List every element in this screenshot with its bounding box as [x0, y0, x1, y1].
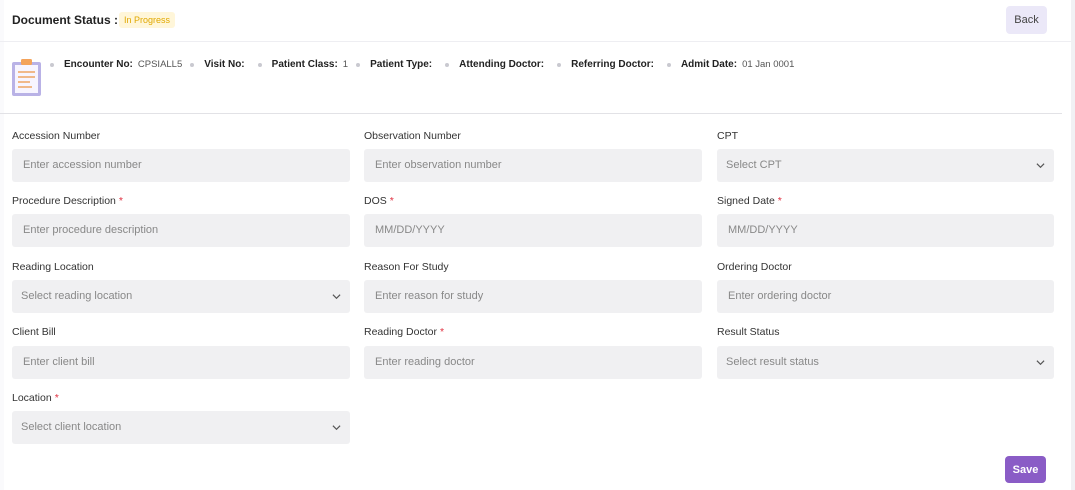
procedure-description-label-text: Procedure Description	[12, 195, 116, 207]
reading-doctor-label: Reading Doctor *	[364, 326, 444, 338]
cpt-select-value: Select CPT	[726, 159, 782, 171]
dos-date-input[interactable]: MM/DD/YYYY	[364, 214, 702, 247]
encounter-info: Encounter No: CPSIALL5 Visit No: Patient…	[0, 42, 1062, 114]
procedure-description-input[interactable]: Enter procedure description	[12, 214, 350, 247]
save-button[interactable]: Save	[1005, 456, 1046, 483]
patient-type-item: Patient Type:	[356, 59, 437, 70]
chevron-down-icon	[1036, 360, 1045, 366]
reason-for-study-input[interactable]: Enter reason for study	[364, 280, 702, 313]
signed-date-label-text: Signed Date	[717, 195, 775, 207]
reading-location-select[interactable]: Select reading location	[12, 280, 350, 313]
document-status-label: Document Status :	[12, 13, 119, 27]
bullet-dot	[557, 62, 562, 67]
back-button[interactable]: Back	[1006, 6, 1047, 34]
cpt-label: CPT	[717, 130, 738, 142]
encounter-details: Encounter No: CPSIALL5 Visit No: Patient…	[50, 59, 802, 70]
cpt-select[interactable]: Select CPT	[717, 149, 1054, 182]
client-bill-label: Client Bill	[12, 326, 56, 338]
clipboard-icon	[12, 59, 41, 96]
location-label-text: Location	[12, 392, 52, 404]
required-asterisk: *	[118, 195, 123, 207]
ordering-doctor-label: Ordering Doctor	[717, 261, 792, 273]
bullet-dot	[666, 62, 671, 67]
referring-doctor-label: Referring Doctor:	[571, 59, 654, 70]
required-asterisk: *	[439, 326, 445, 338]
reading-location-label: Reading Location	[12, 261, 94, 273]
encounter-no-item: Encounter No: CPSIALL5	[50, 59, 182, 70]
chevron-down-icon	[332, 294, 341, 300]
observation-number-label: Observation Number	[364, 130, 461, 142]
dos-label-text: DOS	[364, 195, 387, 207]
attending-doctor-item: Attending Doctor:	[445, 59, 549, 70]
signed-date-label: Signed Date *	[717, 195, 782, 207]
required-asterisk: *	[777, 195, 782, 207]
reason-for-study-label: Reason For Study	[364, 261, 449, 273]
admit-date-value: 01 Jan 0001	[742, 59, 795, 70]
attending-doctor-label: Attending Doctor:	[459, 59, 545, 70]
accession-number-input[interactable]: Enter accession number	[12, 149, 350, 182]
admit-date-item: Admit Date: 01 Jan 0001	[666, 59, 795, 70]
visit-no-item: Visit No:	[190, 59, 249, 70]
signed-date-input[interactable]: MM/DD/YYYY	[717, 214, 1054, 247]
result-status-label: Result Status	[717, 326, 780, 338]
referring-doctor-item: Referring Doctor:	[557, 59, 659, 70]
result-status-select[interactable]: Select result status	[717, 346, 1054, 379]
patient-class-label: Patient Class:	[271, 59, 338, 70]
status-badge: In Progress	[119, 12, 176, 28]
client-bill-input[interactable]: Enter client bill	[12, 346, 350, 379]
page: Document Status : In Progress Back Encou…	[0, 0, 1075, 490]
bullet-dot	[356, 62, 361, 67]
scrollbar-track[interactable]	[1071, 0, 1075, 490]
reading-doctor-label-text: Reading Doctor	[364, 326, 437, 338]
location-select[interactable]: Select client location	[12, 411, 350, 444]
observation-number-input[interactable]: Enter observation number	[364, 149, 702, 182]
reading-location-select-value: Select reading location	[21, 290, 133, 302]
accession-number-label: Accession Number	[12, 130, 101, 142]
location-label: Location *	[12, 392, 59, 404]
bullet-dot	[50, 62, 54, 67]
reading-doctor-input[interactable]: Enter reading doctor	[364, 346, 702, 379]
admit-date-label: Admit Date:	[680, 59, 738, 70]
bullet-dot	[445, 62, 450, 67]
ordering-doctor-input[interactable]: Enter ordering doctor	[717, 280, 1054, 313]
patient-class-value: 1	[342, 59, 349, 70]
result-status-select-value: Select result status	[726, 356, 819, 368]
required-asterisk: *	[389, 195, 394, 207]
location-select-value: Select client location	[21, 421, 122, 433]
dos-label: DOS *	[364, 195, 394, 207]
required-asterisk: *	[54, 392, 59, 404]
page-header: Document Status : In Progress Back	[0, 0, 1071, 42]
encounter-no-label: Encounter No:	[64, 59, 133, 70]
chevron-down-icon	[1036, 163, 1045, 169]
bullet-dot	[190, 62, 195, 67]
encounter-no-value: CPSIALL5	[137, 59, 183, 70]
visit-no-label: Visit No:	[204, 59, 245, 70]
procedure-description-label: Procedure Description *	[12, 195, 123, 207]
bullet-dot	[257, 62, 262, 67]
chevron-down-icon	[332, 425, 341, 431]
patient-class-item: Patient Class: 1	[257, 59, 349, 70]
patient-type-label: Patient Type:	[370, 59, 433, 70]
